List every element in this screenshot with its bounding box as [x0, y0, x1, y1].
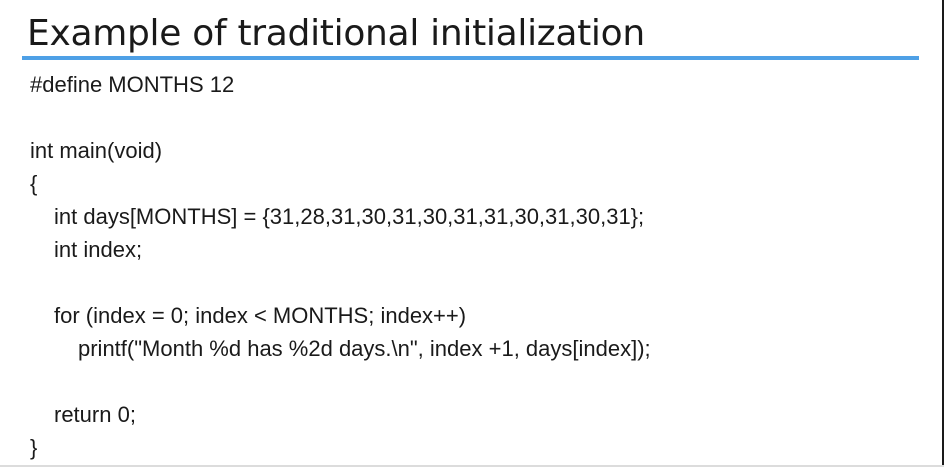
code-block: #define MONTHS 12 int main(void) { int d… — [30, 68, 920, 464]
slide-title: Example of traditional initialization — [27, 13, 645, 54]
code-line-index-decl: int index; — [54, 237, 143, 262]
code-line-printf: printf("Month %d has %2d days.\n", index… — [78, 336, 651, 361]
code-line-define: #define MONTHS 12 — [30, 72, 235, 97]
code-line-open-brace: { — [30, 171, 38, 196]
slide: Example of traditional initialization #d… — [0, 0, 944, 467]
code-line-return: return 0; — [54, 402, 136, 427]
title-underline — [22, 56, 919, 60]
code-line-for-loop: for (index = 0; index < MONTHS; index++) — [54, 303, 467, 328]
code-line-days-array: int days[MONTHS] = {31,28,31,30,31,30,31… — [54, 204, 645, 229]
code-line-close-brace: } — [30, 435, 38, 460]
code-line-main-signature: int main(void) — [30, 138, 163, 163]
